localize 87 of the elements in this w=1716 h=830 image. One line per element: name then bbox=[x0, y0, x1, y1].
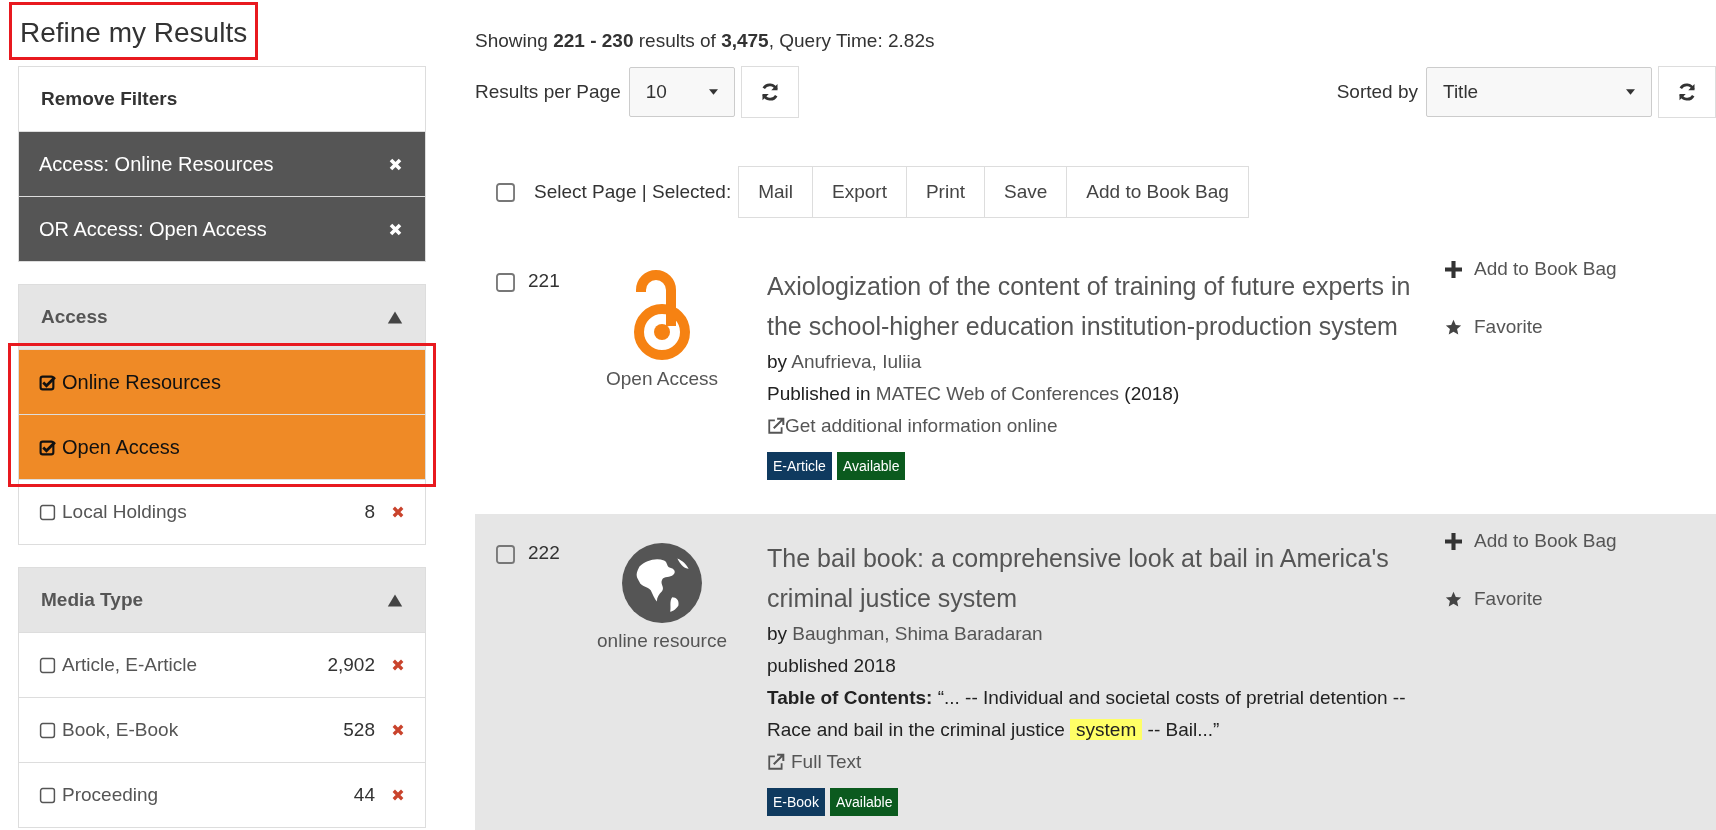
facet-count: 2,902 bbox=[327, 654, 375, 676]
sidebar-title: Refine my Results bbox=[9, 2, 259, 60]
author-link[interactable]: Baughman, Shima Baradaran bbox=[792, 623, 1043, 644]
remove-icon[interactable] bbox=[391, 505, 405, 519]
checkbox-icon[interactable] bbox=[39, 721, 56, 739]
facet-heading: Media Type bbox=[41, 589, 144, 611]
checked-checkbox-icon[interactable] bbox=[39, 373, 56, 391]
facet-count: 44 bbox=[353, 784, 375, 806]
active-filter[interactable]: OR Access: Open Access bbox=[19, 196, 425, 261]
bulk-action-button[interactable]: Export bbox=[812, 166, 907, 218]
facet-item[interactable]: Online Resources bbox=[19, 349, 425, 414]
format-label: online resource bbox=[597, 630, 727, 652]
favorite-link[interactable]: Favorite bbox=[1445, 316, 1617, 338]
checkbox-icon[interactable] bbox=[495, 181, 516, 203]
facet-count: 528 bbox=[343, 719, 375, 741]
author-line: by Anufrieva, Iuliia bbox=[767, 350, 923, 374]
favorite-link[interactable]: Favorite bbox=[1445, 588, 1617, 610]
facet-header[interactable]: Access bbox=[19, 285, 425, 349]
facet-label: Article, E-Article bbox=[62, 654, 199, 676]
facet-item[interactable]: Book, E-Book 528 bbox=[19, 697, 425, 762]
remove-icon[interactable] bbox=[391, 788, 405, 802]
facet-label: Book, E-Book bbox=[62, 719, 180, 741]
result-number: 222 bbox=[528, 542, 560, 564]
bulk-action-button[interactable]: Print bbox=[905, 166, 985, 218]
active-filter[interactable]: Access: Online Resources bbox=[19, 131, 425, 196]
result-title-link[interactable]: Axiologization of the content of training of future experts in the school-higher education institution-production system bbox=[767, 266, 1427, 346]
author-line: by Baughman, Shima Baradaran bbox=[767, 622, 1044, 646]
sort-label: Sorted by bbox=[1336, 81, 1418, 103]
facet-count: 8 bbox=[364, 501, 375, 523]
facet-label: Online Resources bbox=[62, 370, 222, 394]
published-line: Published in MATEC Web of Conferences (2018) bbox=[767, 382, 1181, 406]
checkbox-icon[interactable] bbox=[39, 503, 56, 521]
result-title-link[interactable]: The bail book: a comprehensive look at bail in America's criminal justice system bbox=[767, 538, 1427, 618]
add-to-book-bag-link[interactable]: Add to Book Bag bbox=[1445, 258, 1617, 280]
checkbox-icon[interactable] bbox=[495, 272, 516, 293]
facet-label: Local Holdings bbox=[62, 501, 188, 523]
select-page-label: Select Page | Selected: bbox=[534, 181, 732, 203]
sort-select[interactable]: Title bbox=[1426, 67, 1652, 117]
panel-heading: Remove Filters bbox=[40, 87, 179, 111]
external-link-icon bbox=[767, 417, 785, 435]
plus-icon bbox=[1445, 260, 1462, 278]
checked-checkbox-icon[interactable] bbox=[39, 438, 56, 456]
open-lock-icon bbox=[632, 270, 692, 362]
star-icon bbox=[1445, 318, 1462, 336]
checkbox-icon[interactable] bbox=[39, 786, 56, 804]
facet-header[interactable]: Media Type bbox=[19, 568, 425, 632]
results-per-page-select[interactable]: 10 bbox=[628, 67, 735, 117]
format-badge: Available bbox=[836, 452, 906, 480]
format-badge: E-Article bbox=[767, 452, 832, 480]
publication-link[interactable]: MATEC Web of Conferences bbox=[875, 383, 1120, 404]
facet-item[interactable]: Local Holdings 8 bbox=[19, 479, 425, 544]
facet-heading: Access bbox=[41, 306, 108, 328]
caret-icon bbox=[708, 89, 718, 95]
results-summary: Showing 221 - 230 results of 3,475, Query Time: 2.82s bbox=[475, 30, 936, 52]
close-icon bbox=[388, 156, 403, 172]
facet-item[interactable]: Article, E-Article 2,902 bbox=[19, 632, 425, 697]
published-line: published 2018 bbox=[767, 654, 897, 678]
caret-icon bbox=[1626, 89, 1635, 95]
facet-item[interactable]: Proceeding 44 bbox=[19, 762, 425, 827]
refresh-button[interactable] bbox=[1658, 66, 1716, 118]
refresh-icon bbox=[1677, 82, 1697, 102]
add-to-book-bag-link[interactable]: Add to Book Bag bbox=[1445, 530, 1617, 552]
checkbox-icon[interactable] bbox=[495, 544, 516, 565]
bulk-action-button[interactable]: Mail bbox=[738, 166, 813, 218]
plus-icon bbox=[1445, 532, 1462, 550]
facet-label: Open Access bbox=[62, 435, 181, 459]
remove-icon[interactable] bbox=[391, 658, 405, 672]
bulk-action-button[interactable]: Save bbox=[984, 166, 1068, 218]
close-icon bbox=[388, 221, 403, 237]
bulk-action-button[interactable]: Add to Book Bag bbox=[1066, 166, 1249, 218]
remove-icon[interactable] bbox=[391, 723, 405, 737]
facet-label: Proceeding bbox=[62, 784, 160, 806]
checkbox-icon[interactable] bbox=[39, 656, 56, 674]
globe-icon bbox=[621, 542, 703, 624]
refresh-button[interactable] bbox=[740, 66, 799, 118]
author-link[interactable]: Anufrieva, Iuliia bbox=[791, 351, 922, 372]
online-link[interactable]: Get additional information online bbox=[767, 410, 1427, 442]
format-badge: E-Book bbox=[767, 788, 825, 816]
format-badge: Available bbox=[829, 788, 899, 816]
table-of-contents: Table of Contents: “... -- Individual and societal costs of pretrial detention -- Race and bail in the criminal justice system -- Bail...” bbox=[767, 686, 1407, 742]
result-number: 221 bbox=[528, 270, 560, 292]
facet-item[interactable]: Open Access bbox=[19, 414, 425, 479]
results-per-page-label: Results per Page bbox=[475, 81, 621, 103]
format-label: Open Access bbox=[606, 368, 718, 390]
external-link-icon bbox=[767, 753, 785, 771]
online-link[interactable]: Full Text bbox=[767, 746, 1427, 778]
star-icon bbox=[1445, 590, 1462, 608]
